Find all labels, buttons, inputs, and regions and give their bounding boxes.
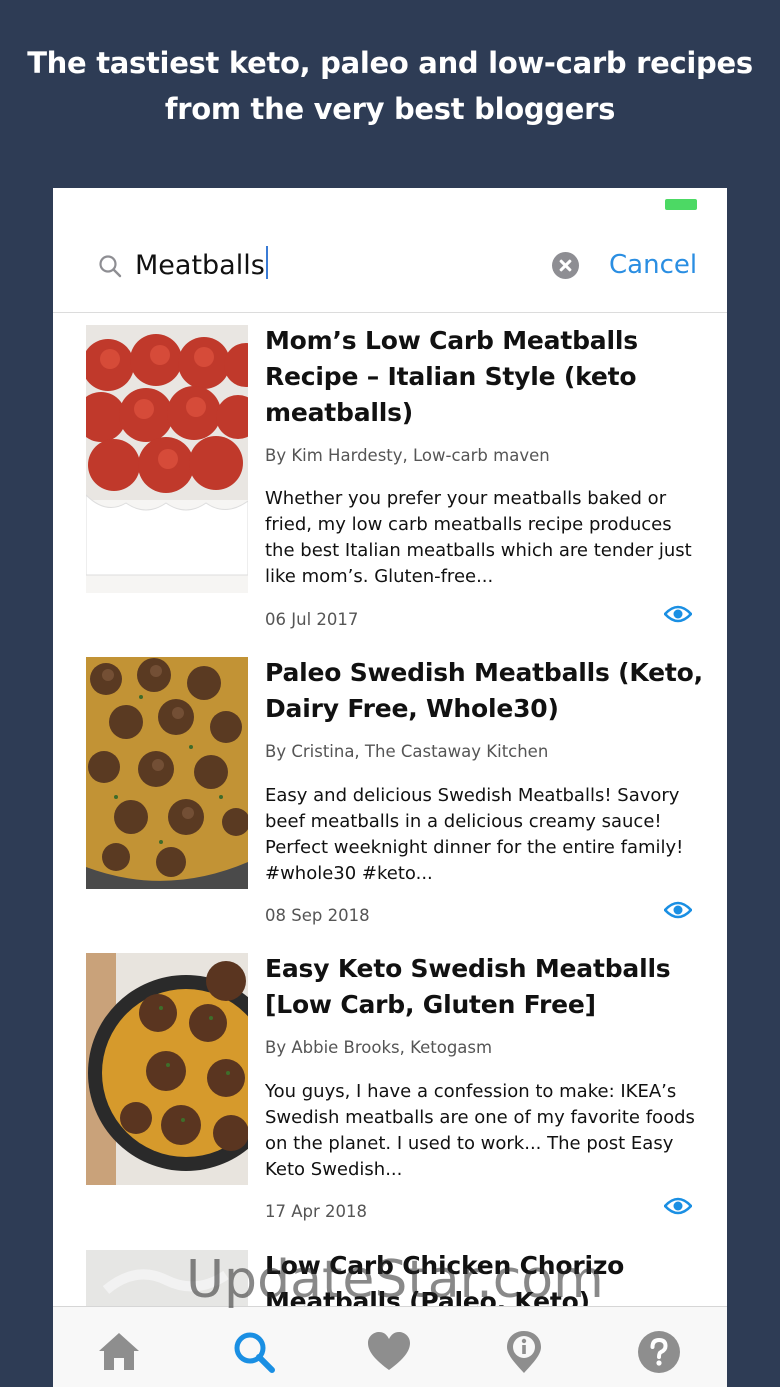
- info-icon: [507, 1331, 541, 1373]
- recipe-date: 17 Apr 2018: [265, 1202, 368, 1221]
- eye-icon[interactable]: [664, 1196, 692, 1216]
- divider: [53, 312, 727, 313]
- recipe-title: Paleo Swedish Meatballs (Keto, Dairy Fre…: [265, 658, 703, 723]
- recipe-author: By Kim Hardesty, Low-carb maven: [265, 446, 550, 465]
- recipe-title: Mom’s Low Carb Meatballs Recipe – Italia…: [265, 326, 638, 427]
- tab-search[interactable]: [231, 1329, 277, 1375]
- recipe-author: By Cristina, The Castaway Kitchen: [265, 742, 549, 761]
- recipe-thumbnail: [86, 953, 248, 1185]
- tab-home[interactable]: [96, 1329, 142, 1375]
- search-query: Meatballs: [135, 250, 265, 281]
- search-icon: [99, 255, 122, 278]
- recipe-author: By Abbie Brooks, Ketogasm: [265, 1038, 493, 1057]
- promo-line-1: The tastiest keto, paleo and low-carb re…: [27, 46, 753, 80]
- help-icon: [638, 1331, 680, 1373]
- eye-icon[interactable]: [664, 604, 692, 624]
- recipe-description: You guys, I have a confession to make: I…: [265, 1081, 695, 1180]
- search-icon: [234, 1332, 275, 1373]
- watermark: UpdateStar.com: [186, 1250, 604, 1310]
- recipe-date: 06 Jul 2017: [265, 610, 359, 629]
- recipe-title: Easy Keto Swedish Meatballs [Low Carb, G…: [265, 954, 671, 1019]
- promo-line-2: from the very best bloggers: [164, 92, 616, 126]
- battery-icon: [665, 199, 697, 210]
- search-input[interactable]: Meatballs: [135, 246, 268, 285]
- recipe-date: 08 Sep 2018: [265, 906, 370, 925]
- home-icon: [99, 1333, 139, 1370]
- recipe-description: Whether you prefer your meatballs baked …: [265, 488, 692, 587]
- eye-icon[interactable]: [664, 900, 692, 920]
- recipe-thumbnail: [86, 657, 248, 889]
- heart-icon: [368, 1332, 410, 1370]
- tab-help[interactable]: [636, 1329, 682, 1375]
- cancel-button[interactable]: Cancel: [609, 246, 697, 284]
- tab-bar: [53, 1306, 727, 1387]
- clear-search-button[interactable]: [552, 252, 579, 279]
- promo-headline: The tastiest keto, paleo and low-carb re…: [0, 40, 780, 132]
- tab-favorites[interactable]: [366, 1329, 412, 1375]
- phone-screen: Meatballs Cancel Mom’s Low Carb Meatball…: [53, 188, 727, 1387]
- recipe-thumbnail: [86, 325, 248, 593]
- text-caret: [265, 246, 268, 279]
- tab-info[interactable]: [501, 1329, 547, 1375]
- recipe-description: Easy and delicious Swedish Meatballs! Sa…: [265, 785, 684, 884]
